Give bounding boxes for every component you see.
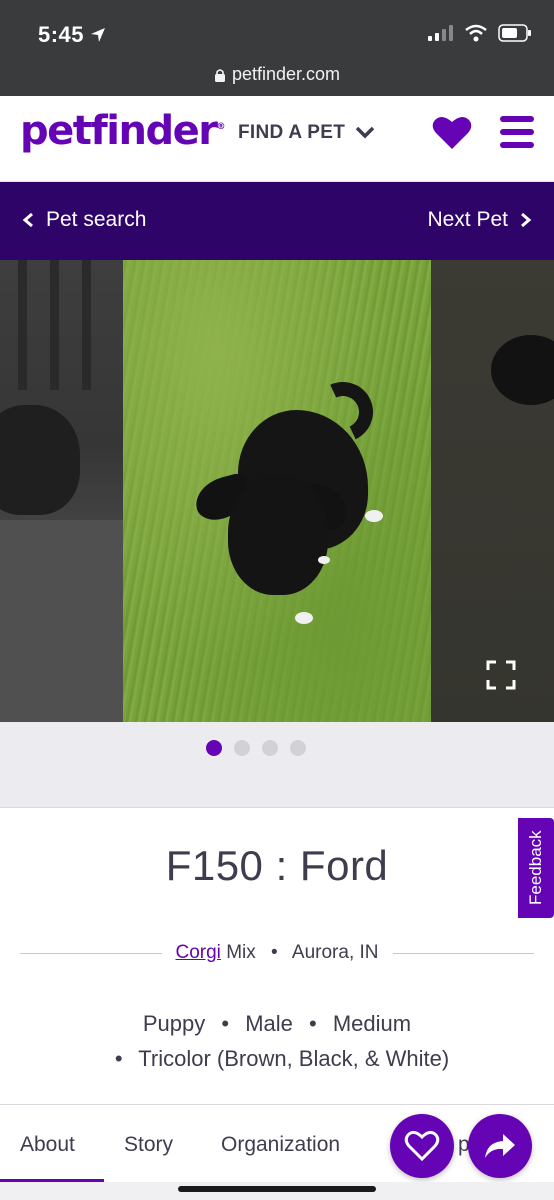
attributes-line-1: Puppy • Male • Medium [0,1006,554,1041]
favorite-button[interactable] [390,1114,454,1178]
next-pet-label: Next Pet [427,208,508,231]
url-text: petfinder.com [231,64,341,84]
dog-paw [365,510,383,522]
carousel-dot[interactable] [234,740,250,756]
location-arrow-icon [91,28,106,42]
breed-suffix: Mix [226,942,256,963]
pet-size: Medium [332,1011,412,1036]
background-post [82,260,91,390]
hamburger-menu-icon[interactable] [500,116,534,148]
find-a-pet-label: FIND A PET [238,122,346,143]
share-arrow-icon [485,1134,515,1158]
bullet-separator: • [271,942,278,963]
divider-rule [20,952,162,954]
dog-silhouette [0,405,80,515]
breed-info: Corgi Mix • Aurora, IN [176,942,379,964]
wifi-icon [465,24,487,42]
section-tabs: About Story Organization p [0,1104,554,1182]
petfinder-logo[interactable]: petfinder® [20,108,225,154]
pet-search-label: Pet search [46,208,147,231]
browser-chrome: 5:45 petfinder.com [0,0,554,96]
next-pet-link[interactable]: Next Pet [427,208,532,232]
chevron-left-icon [22,212,33,228]
url-bar[interactable]: petfinder.com [0,64,554,85]
carousel-indicator-area [0,722,554,808]
bullet-separator: • [309,1011,317,1036]
bullet-separator: • [114,1046,123,1071]
home-indicator[interactable] [178,1186,376,1192]
breed-location-line: Corgi Mix • Aurora, IN [20,942,535,964]
chevron-down-icon [355,126,375,139]
carousel-dot[interactable] [262,740,278,756]
carousel-dot[interactable] [290,740,306,756]
signal-icon [428,25,453,41]
battery-icon [498,24,531,42]
background-post [50,260,59,390]
favorites-heart-icon[interactable] [432,114,472,150]
tab-story[interactable]: Story [124,1133,173,1157]
background-ground [0,520,123,722]
pet-age: Puppy [142,1011,206,1036]
lock-icon [214,68,225,82]
bullet-separator: • [221,1011,230,1036]
chevron-right-icon [521,212,532,228]
carousel-dot[interactable] [206,740,222,756]
breed-link[interactable]: Corgi [176,942,221,963]
site-header: petfinder® FIND A PET [0,96,554,182]
status-time: 5:45 [38,22,106,48]
share-button[interactable] [468,1114,532,1178]
dog-paw [318,556,330,564]
dog-paw [295,612,313,624]
pet-attributes: Puppy • Male • Medium • Tricolor (Brown,… [0,1006,554,1076]
pet-navigation-bar: Pet search Next Pet [0,182,554,260]
fullscreen-expand-icon[interactable] [486,660,516,690]
logo-text: petfinder [20,108,218,154]
dog-silhouette [491,335,554,405]
status-icons [428,24,532,42]
find-a-pet-menu[interactable]: FIND A PET [238,122,375,144]
logo-registered: ® [216,122,225,132]
time-text: 5:45 [38,22,85,47]
feedback-tab[interactable]: Feedback [518,818,554,918]
pet-location: Aurora, IN [291,942,379,963]
background-post [18,260,27,390]
tab-organization[interactable]: Organization [221,1133,340,1157]
next-photo[interactable] [431,260,554,722]
previous-photo[interactable] [0,260,123,722]
pet-sex: Male [245,1011,293,1036]
carousel-dots [0,740,554,756]
home-indicator-area [0,1182,554,1200]
pet-name: F150 : Ford [165,842,389,889]
attributes-line-2: • Tricolor (Brown, Black, & White) [0,1041,554,1076]
tab-about[interactable]: About [20,1133,75,1157]
heart-outline-icon [404,1130,440,1162]
divider-rule [392,952,535,954]
main-pet-photo[interactable] [123,260,431,722]
dog-head [228,475,328,595]
pet-color: Tricolor (Brown, Black, & White) [138,1046,450,1071]
pet-search-link[interactable]: Pet search [22,208,146,232]
photo-carousel[interactable] [0,260,554,722]
